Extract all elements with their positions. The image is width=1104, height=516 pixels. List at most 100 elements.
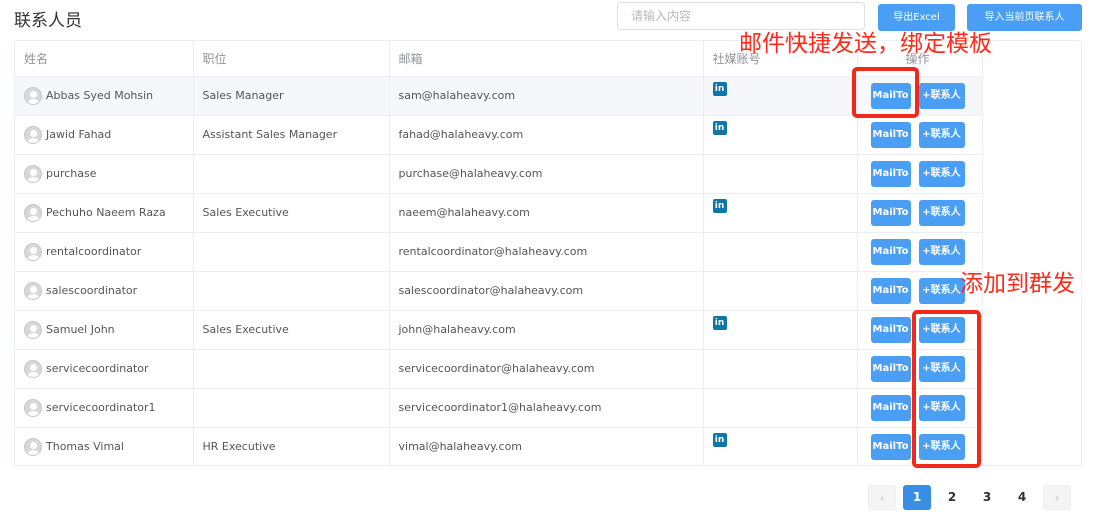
page-button-3[interactable]: 3 xyxy=(973,485,1001,510)
social-cell xyxy=(703,349,858,389)
contact-name: purchase xyxy=(46,167,97,180)
avatar-icon xyxy=(24,203,42,222)
social-cell: in xyxy=(703,427,858,465)
mailto-button[interactable]: MailTo xyxy=(870,238,911,265)
linkedin-icon[interactable]: in xyxy=(712,433,727,447)
add-contact-button[interactable]: +联系人 xyxy=(918,160,965,187)
position-cell: HR Executive xyxy=(193,427,390,465)
avatar-icon xyxy=(24,320,42,339)
email-cell: servicecoordinator1@halaheavy.com xyxy=(389,388,704,428)
contact-name-group: servicecoordinator1 xyxy=(24,398,184,417)
chevron-left-icon: ‹ xyxy=(879,491,885,505)
mailto-button[interactable]: MailTo xyxy=(870,277,911,304)
mailto-button[interactable]: MailTo xyxy=(870,433,911,460)
avatar-icon xyxy=(24,359,42,378)
table-row[interactable]: Abbas Syed Mohsin Sales Manager sam@halahe… xyxy=(15,76,983,116)
group-send-annotation: 添加到群发 xyxy=(960,271,1075,297)
table-row[interactable]: Thomas Vimal HR Executive vimal@halaheavy.… xyxy=(15,427,983,465)
email-cell: servicecoordinator@halaheavy.com xyxy=(389,349,704,389)
contact-name: Pechuho Naeem Raza xyxy=(46,206,166,219)
email-cell: rentalcoordinator@halaheavy.com xyxy=(389,232,704,272)
social-cell xyxy=(703,154,858,194)
table-row[interactable]: rentalcoordinator rentalcoordinator@halah… xyxy=(15,232,983,272)
avatar-icon xyxy=(24,164,42,183)
name-cell: salescoordinator xyxy=(15,271,194,311)
name-cell: Abbas Syed Mohsin xyxy=(15,76,194,116)
name-cell: Samuel John xyxy=(15,310,194,350)
contact-name-group: Samuel John xyxy=(24,320,184,339)
chevron-right-icon: › xyxy=(1054,491,1060,505)
contact-name: Abbas Syed Mohsin xyxy=(46,89,154,102)
add-contact-button[interactable]: +联系人 xyxy=(918,277,965,304)
page-button-2[interactable]: 2 xyxy=(938,485,966,510)
contact-name: rentalcoordinator xyxy=(46,245,142,258)
mailto-button[interactable]: MailTo xyxy=(870,316,911,343)
name-cell: Jawid Fahad xyxy=(15,115,194,155)
contact-name-group: Jawid Fahad xyxy=(24,125,184,144)
social-cell: in xyxy=(703,193,858,233)
email-cell: sam@halaheavy.com xyxy=(389,76,704,116)
contact-name: Thomas Vimal xyxy=(46,440,124,453)
prev-page-button[interactable]: ‹ xyxy=(868,485,896,510)
name-cell: servicecoordinator1 xyxy=(15,388,194,428)
linkedin-icon[interactable]: in xyxy=(712,121,727,135)
avatar-icon xyxy=(24,281,42,300)
avatar-icon xyxy=(24,242,42,261)
contact-name-group: rentalcoordinator xyxy=(24,242,184,261)
mailto-button[interactable]: MailTo xyxy=(870,199,911,226)
mailto-button[interactable]: MailTo xyxy=(870,160,911,187)
contact-name: servicecoordinator xyxy=(46,362,149,375)
table-row[interactable]: Samuel John Sales Executive john@halaheavy… xyxy=(15,310,983,350)
position-cell: Sales Executive xyxy=(193,310,390,350)
mailto-button[interactable]: MailTo xyxy=(870,355,911,382)
linkedin-icon[interactable]: in xyxy=(712,199,727,213)
table-row[interactable]: Jawid Fahad Assistant Sales Manager fahad@… xyxy=(15,115,983,155)
contact-name-group: Pechuho Naeem Raza xyxy=(24,203,184,222)
linkedin-icon[interactable]: in xyxy=(712,82,727,96)
linkedin-icon[interactable]: in xyxy=(712,316,727,330)
name-cell: rentalcoordinator xyxy=(15,232,194,272)
table-row[interactable]: salescoordinator salescoordinator@halahea… xyxy=(15,271,983,311)
contact-name: salescoordinator xyxy=(46,284,138,297)
add-contact-button[interactable]: +联系人 xyxy=(918,121,965,148)
name-cell: Thomas Vimal xyxy=(15,427,194,465)
avatar-icon xyxy=(24,398,42,417)
avatar-icon xyxy=(24,437,42,456)
page-button-4[interactable]: 4 xyxy=(1008,485,1036,510)
add-contact-button[interactable]: +联系人 xyxy=(918,238,965,265)
email-cell: purchase@halaheavy.com xyxy=(389,154,704,194)
mailto-highlight-box xyxy=(852,67,919,118)
mailto-button[interactable]: MailTo xyxy=(870,394,911,421)
page-button-1[interactable]: 1 xyxy=(903,485,931,510)
social-cell: in xyxy=(703,310,858,350)
table-row[interactable]: servicecoordinator1 servicecoordinator1@h… xyxy=(15,388,983,428)
social-cell xyxy=(703,388,858,428)
column-header-position[interactable]: 职位 xyxy=(193,41,390,77)
column-header-name[interactable]: 姓名 xyxy=(15,41,194,77)
position-cell xyxy=(193,349,390,389)
position-cell xyxy=(193,271,390,311)
table-row[interactable]: purchase purchase@halaheavy.com MailTo +联系人 xyxy=(15,154,983,194)
contact-name: servicecoordinator1 xyxy=(46,401,156,414)
contact-name: Jawid Fahad xyxy=(46,128,112,141)
position-cell: Sales Executive xyxy=(193,193,390,233)
add-contact-button[interactable]: +联系人 xyxy=(918,82,965,109)
column-header-email[interactable]: 邮箱 xyxy=(389,41,704,77)
contact-name-group: Thomas Vimal xyxy=(24,437,184,456)
table-row[interactable]: servicecoordinator servicecoordinator@hal… xyxy=(15,349,983,389)
mailto-button[interactable]: MailTo xyxy=(870,121,911,148)
social-cell xyxy=(703,271,858,311)
avatar-icon xyxy=(24,125,42,144)
name-cell: servicecoordinator xyxy=(15,349,194,389)
position-cell xyxy=(193,388,390,428)
position-cell xyxy=(193,232,390,272)
table-row[interactable]: Pechuho Naeem Raza Sales Executive naeem@h… xyxy=(15,193,983,233)
actions-cell: MailTo +联系人 xyxy=(857,115,983,155)
contact-name-group: salescoordinator xyxy=(24,281,184,300)
position-cell: Sales Manager xyxy=(193,76,390,116)
position-cell xyxy=(193,154,390,194)
email-cell: fahad@halaheavy.com xyxy=(389,115,704,155)
next-page-button[interactable]: › xyxy=(1043,485,1071,510)
add-contact-button[interactable]: +联系人 xyxy=(918,199,965,226)
email-cell: naeem@halaheavy.com xyxy=(389,193,704,233)
